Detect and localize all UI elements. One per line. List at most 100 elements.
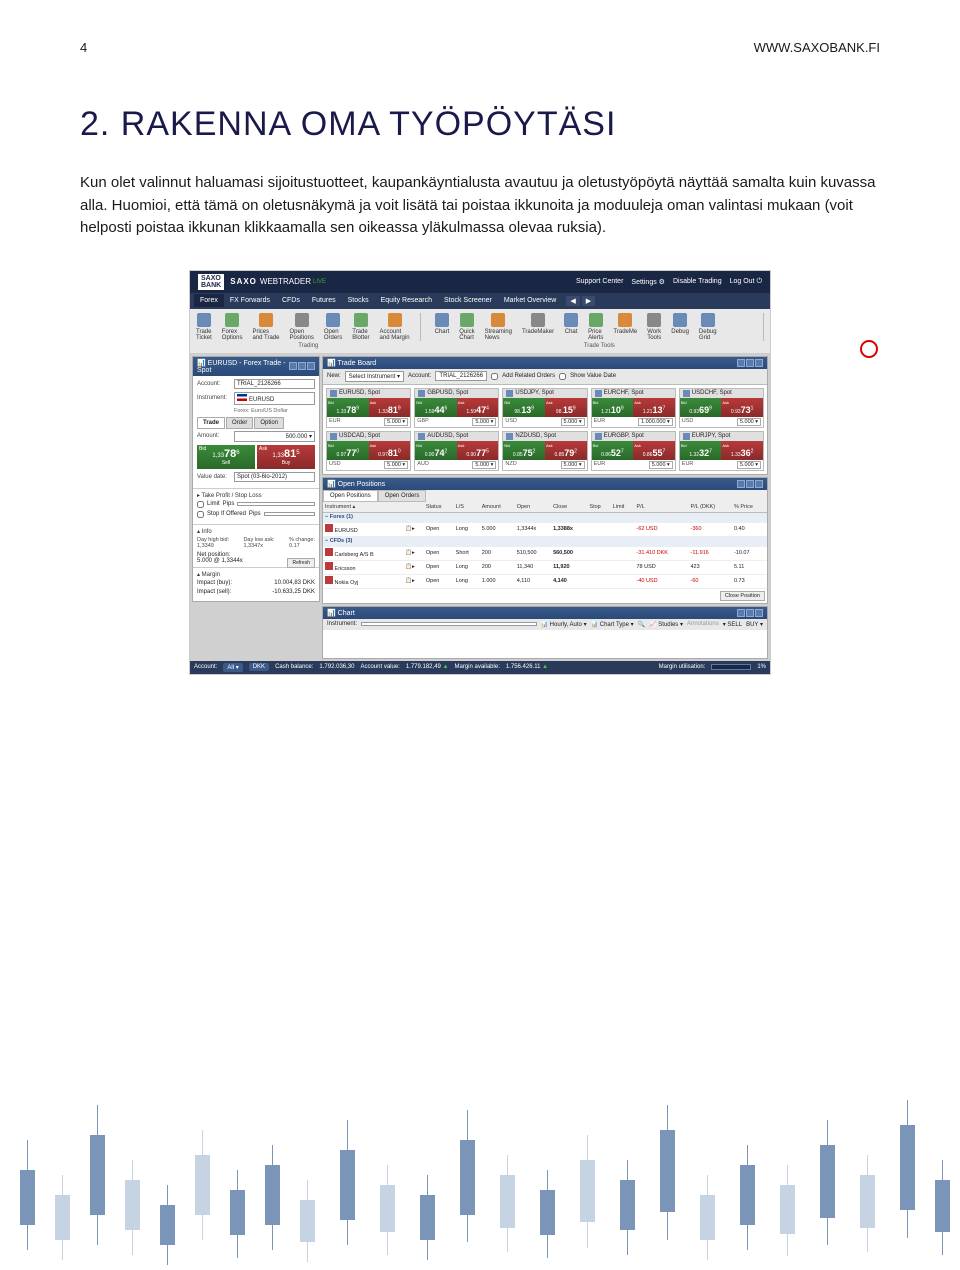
toolbar-button[interactable]: Debug (671, 313, 689, 341)
tab-open-orders[interactable]: Open Orders (378, 490, 427, 502)
tile-bid[interactable]: Bid0.97770 (327, 441, 369, 460)
price-tile[interactable]: NZDUSD, SpotBid0.85752Ask0.85792NZD5.000… (502, 431, 587, 471)
group-row[interactable]: − CFDs (3) (323, 536, 767, 546)
toolbar-button[interactable]: Pricesand Trade (252, 313, 279, 341)
refresh-button[interactable]: Refresh (287, 558, 315, 568)
close-icon[interactable] (755, 609, 763, 617)
tile-ask[interactable]: Ask0.93731 (721, 398, 763, 417)
price-tile[interactable]: AUDUSD, SpotBid0.90742Ask0.90775AUD5.000… (414, 431, 499, 471)
maximize-icon[interactable] (746, 480, 754, 488)
price-tile[interactable]: USDJPY, SpotBid98.139Ask98.159USD5.000 ▾ (502, 388, 587, 428)
tile-ask[interactable]: Ask0.97810 (369, 441, 411, 460)
toolbar-button[interactable]: Chat (564, 313, 578, 341)
toolbar-button[interactable]: TradeBlotter (352, 313, 369, 341)
chart-timeframe[interactable]: 📊 Hourly, Auto ▾ (541, 621, 587, 628)
col-header[interactable]: Stop (587, 502, 610, 513)
tile-amount[interactable]: 5.000 ▾ (737, 461, 761, 469)
toolbar-button[interactable]: OpenOrders (324, 313, 342, 341)
close-icon[interactable] (307, 362, 315, 370)
tile-bid[interactable]: Bid0.93699 (680, 398, 722, 417)
status-account-select[interactable]: All ▾ (223, 663, 242, 672)
group-row[interactable]: − Forex (1) (323, 512, 767, 522)
col-header[interactable]: P/L (DKK) (689, 502, 732, 513)
tab-open-positions[interactable]: Open Positions (323, 490, 378, 502)
col-header[interactable]: % Price (732, 502, 767, 513)
close-icon[interactable] (755, 480, 763, 488)
tile-bid[interactable]: Bid1.33789 (327, 398, 369, 417)
col-header[interactable]: Close (551, 502, 587, 513)
toolbar-button[interactable]: Accountand Margin (380, 313, 410, 341)
toolbar-button[interactable]: TradeMe (613, 313, 637, 341)
sell-button[interactable]: ▾ SELL (723, 621, 742, 628)
maximize-icon[interactable] (746, 609, 754, 617)
show-value-date-checkbox[interactable] (559, 373, 566, 380)
maximize-icon[interactable] (298, 362, 306, 370)
ask-button[interactable]: Ask1,33815Buy (257, 445, 315, 469)
menu-tab[interactable]: Equity Research (375, 294, 438, 307)
table-row[interactable]: Carlsberg A/S B📋▸OpenShort200510,500560,… (323, 546, 767, 560)
margin-toggle[interactable]: ▴ Margin (197, 571, 315, 578)
stop-checkbox[interactable] (197, 511, 204, 518)
col-header[interactable]: Limit (611, 502, 635, 513)
toolbar-button[interactable]: WorkTools (647, 313, 661, 341)
toolbar-button[interactable]: TradeMaker (522, 313, 554, 341)
tile-amount[interactable]: 5.000 ▾ (384, 418, 408, 426)
toolbar-button[interactable]: Chart (435, 313, 450, 341)
tile-ask[interactable]: Ask1.59474 (457, 398, 499, 417)
settings-link[interactable]: Settings ⚙ (631, 278, 665, 286)
tile-ask[interactable]: Ask0.86557 (633, 441, 675, 460)
tile-ask[interactable]: Ask1.33819 (369, 398, 411, 417)
zoom-icon[interactable]: 🔍 (638, 621, 645, 628)
detail-icon[interactable]: 📋▸ (405, 550, 415, 556)
studies-select[interactable]: 📈 Studies ▾ (649, 621, 683, 628)
tp-sl-toggle[interactable]: ▸ Take Profit / Stop Loss (197, 492, 315, 499)
minimize-icon[interactable] (737, 609, 745, 617)
price-tile[interactable]: USDCHF, SpotBid0.93699Ask0.93731USD5.000… (679, 388, 764, 428)
amount-input[interactable]: 500.000 ▾ (234, 431, 315, 442)
tile-bid[interactable]: Bid98.139 (503, 398, 545, 417)
toolbar-button[interactable]: StreamingNews (485, 313, 512, 341)
tab-option[interactable]: Option (254, 417, 284, 429)
price-tile[interactable]: EURJPY, SpotBid1.32327Ask1.33362EUR5.000… (679, 431, 764, 471)
tile-bid[interactable]: Bid1.21109 (592, 398, 634, 417)
tile-ask[interactable]: Ask0.90775 (457, 441, 499, 460)
minimize-icon[interactable] (737, 480, 745, 488)
info-toggle[interactable]: ▴ Info (197, 528, 315, 535)
price-tile[interactable]: GBPUSD, SpotBid1.59446Ask1.59474GBP5.000… (414, 388, 499, 428)
support-link[interactable]: Support Center (576, 278, 623, 286)
nav-left-icon[interactable]: ◀ (566, 296, 579, 306)
bid-button[interactable]: Bid1,33786Sell (197, 445, 255, 469)
disable-trading-link[interactable]: Disable Trading (673, 278, 722, 286)
detail-icon[interactable]: 📋▸ (405, 526, 415, 532)
account-select[interactable]: TRIAL_2126266 (234, 379, 315, 389)
tile-amount[interactable]: 5.000 ▾ (472, 461, 496, 469)
tile-bid[interactable]: Bid0.85752 (503, 441, 545, 460)
tab-trade[interactable]: Trade (197, 417, 225, 429)
tile-amount[interactable]: 1.000.000 ▾ (638, 418, 673, 426)
toolbar-button[interactable]: DebugGrid (699, 313, 717, 341)
stop-pips-input[interactable] (264, 512, 315, 516)
chart-instrument-input[interactable] (361, 622, 537, 626)
menu-tab[interactable]: Futures (306, 294, 342, 307)
toolbar-button[interactable]: QuickChart (459, 313, 474, 341)
menu-tab[interactable]: Stock Screener (438, 294, 498, 307)
price-tile[interactable]: EURCHF, SpotBid1.21109Ask1.21137EUR1.000… (591, 388, 676, 428)
tile-bid[interactable]: Bid1.59446 (415, 398, 457, 417)
minimize-icon[interactable] (737, 359, 745, 367)
col-header[interactable]: Status (424, 502, 454, 513)
col-header[interactable]: P/L (634, 502, 688, 513)
tile-amount[interactable]: 5.000 ▾ (649, 461, 673, 469)
limit-checkbox[interactable] (197, 501, 204, 508)
toolbar-button[interactable]: ForexOptions (222, 313, 243, 341)
tile-amount[interactable]: 5.000 ▾ (472, 418, 496, 426)
table-row[interactable]: EURUSD📋▸OpenLong5.0001,3344x1,3388x-62 U… (323, 522, 767, 536)
detail-icon[interactable]: 📋▸ (405, 564, 415, 570)
tile-ask[interactable]: Ask1.21137 (633, 398, 675, 417)
tile-amount[interactable]: 5.000 ▾ (737, 418, 761, 426)
menu-tab[interactable]: Stocks (342, 294, 375, 307)
nav-right-icon[interactable]: ▶ (582, 296, 595, 306)
price-tile[interactable]: EURGBP, SpotBid0.86527Ask0.86557EUR5.000… (591, 431, 676, 471)
tile-amount[interactable]: 5.000 ▾ (561, 418, 585, 426)
instrument-input[interactable]: EURUSD (234, 392, 315, 405)
menu-tab[interactable]: Market Overview (498, 294, 563, 307)
